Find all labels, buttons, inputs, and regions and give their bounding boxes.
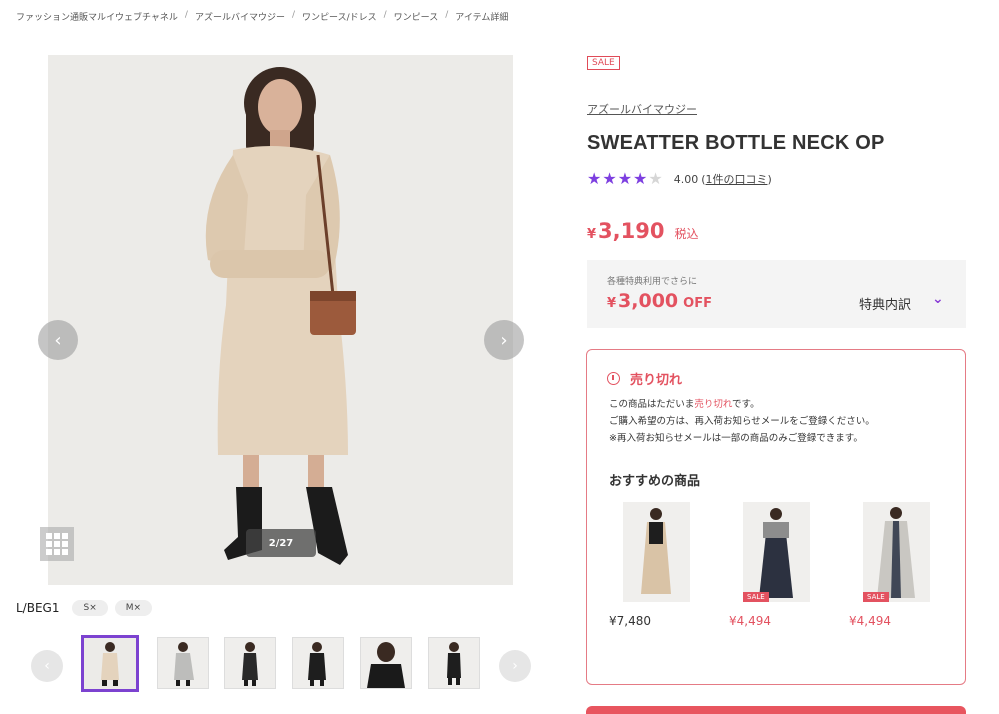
soldout-line-2: ご購入希望の方は、再入荷お知らせメールをご登録ください。 (609, 416, 875, 427)
breadcrumb-item-current: アイテム詳細 (455, 13, 509, 23)
recommendation-image[interactable]: SALE (743, 502, 810, 602)
benefit-off-label: OFF (683, 296, 712, 311)
alert-icon (607, 372, 620, 385)
grid-icon (46, 533, 52, 539)
grid-view-button[interactable] (40, 527, 74, 561)
price-value: 3,190 (598, 219, 665, 243)
thumbnail-prev-button[interactable]: ‹ (31, 650, 63, 682)
star-icon-filled: ★ (602, 169, 617, 188)
chevron-left-icon: ‹ (44, 658, 50, 674)
color-variant-label: L/BEG1 (16, 601, 60, 615)
benefit-amount-value: 3,000 (618, 290, 679, 312)
thumbnail-photo (158, 638, 208, 688)
breadcrumb-separator: / (445, 10, 449, 20)
recommendation-item[interactable]: SALE ¥4,494 (729, 502, 829, 628)
thumbnail-4[interactable] (292, 637, 344, 689)
product-title: SWEATTER BOTTLE NECK OP (587, 132, 885, 154)
breadcrumb-separator: / (291, 10, 296, 20)
soldout-header: 売り切れ (607, 369, 682, 388)
star-icon-filled: ★ (633, 169, 648, 188)
size-chip-m[interactable]: M× (114, 600, 153, 616)
recommendation-price: ¥7,480 (609, 614, 651, 628)
model-photo (48, 55, 513, 585)
benefit-discount: ¥3,000 OFF (607, 290, 712, 312)
thumbnail-photo (84, 638, 136, 689)
breadcrumb-item-brand[interactable]: アズールバイマウジー (195, 10, 285, 23)
recommendation-sale-badge: SALE (863, 592, 889, 602)
soldout-message: この商品はただいま売り切れです。 ご購入希望の方は、再入荷お知らせメールをご登録… (609, 396, 875, 447)
recommendation-price: ¥4,494 (849, 614, 891, 628)
breadcrumb-item-subcategory[interactable]: ワンピース (394, 10, 439, 23)
soldout-line-1: この商品はただいま売り切れです。 (609, 396, 875, 413)
image-counter: 2/27 (246, 529, 316, 557)
chevron-left-icon: ‹ (54, 329, 62, 351)
variant-row: L/BEG1 S× M× (16, 600, 153, 616)
thumbnail-next-button[interactable]: › (499, 650, 531, 682)
add-to-cart-bar[interactable] (586, 706, 966, 714)
star-icon-empty: ★ (648, 169, 663, 188)
star-icon-filled: ★ (617, 169, 633, 188)
product-main-image[interactable] (48, 55, 513, 585)
chevron-right-icon: › (512, 658, 518, 674)
review-link-text[interactable]: 1件の口コミ (706, 173, 768, 186)
thumbnail-3[interactable] (224, 637, 276, 689)
breadcrumb-separator: / (383, 10, 387, 20)
rating-row: ★ ★ ★ ★ ★ 4.00 (1件の口コミ) (587, 171, 772, 187)
benefit-panel[interactable]: 各種特典利用でさらに ¥3,000 OFF 特典内訳 ⌄ (587, 260, 966, 328)
chevron-down-icon[interactable]: ⌄ (932, 291, 944, 307)
soldout-line-1-post: です。 (732, 399, 760, 410)
breadcrumb: ファッション通販マルイウェブチャネル / アズールバイマウジー / ワンピース/… (16, 10, 508, 23)
price-currency: ¥ (587, 227, 597, 242)
chevron-right-icon: › (500, 329, 508, 351)
recommendation-image[interactable]: SALE (863, 502, 930, 602)
thumbnail-6[interactable] (428, 637, 480, 689)
recommendation-sale-badge: SALE (743, 592, 769, 602)
recommendation-image[interactable] (623, 502, 690, 602)
breadcrumb-item-store[interactable]: ファッション通販マルイウェブチャネル (16, 10, 178, 23)
recommendations-heading: おすすめの商品 (609, 474, 701, 489)
soldout-panel: 売り切れ この商品はただいま売り切れです。 ご購入希望の方は、再入荷お知らせメー… (586, 349, 966, 685)
soldout-line-3: ※再入荷お知らせメールは一部の商品のみご登録できます。 (609, 433, 863, 444)
soldout-line-1-highlight: 売り切れ (694, 399, 733, 410)
recommendation-price: ¥4,494 (729, 614, 771, 628)
thumbnail-5[interactable] (360, 637, 412, 689)
benefit-currency: ¥ (607, 296, 617, 311)
brand-link[interactable]: アズールバイマウジー (587, 101, 697, 117)
price-row: ¥3,190 税込 (587, 219, 699, 243)
price: ¥3,190 (587, 219, 664, 243)
benefit-detail-label[interactable]: 特典内訳 (859, 294, 911, 313)
breadcrumb-item-category[interactable]: ワンピース/ドレス (302, 10, 377, 23)
next-image-button[interactable]: › (484, 320, 524, 360)
breadcrumb-separator: / (184, 10, 188, 20)
soldout-title: 売り切れ (630, 373, 683, 388)
recommendation-item[interactable]: ¥7,480 (609, 502, 709, 628)
benefit-note: 各種特典利用でさらに (607, 277, 698, 287)
rating-value: 4.00 (673, 172, 699, 186)
star-icon-filled: ★ (587, 169, 602, 188)
review-count-link[interactable]: (1件の口コミ) (701, 171, 772, 187)
tax-label: 税込 (674, 227, 699, 241)
size-chip-s[interactable]: S× (72, 600, 108, 616)
thumbnail-2[interactable] (157, 637, 209, 689)
sale-badge: SALE (587, 56, 620, 70)
soldout-line-1-pre: この商品はただいま (609, 399, 695, 410)
thumbnail-photo (429, 638, 479, 688)
recommendation-item[interactable]: SALE ¥4,494 (849, 502, 949, 628)
review-paren-close: ) (767, 173, 772, 186)
thumbnail-photo (293, 638, 343, 688)
thumbnail-1[interactable] (81, 635, 139, 692)
thumbnail-photo (361, 638, 411, 688)
thumbnail-photo (225, 638, 275, 688)
previous-image-button[interactable]: ‹ (38, 320, 78, 360)
